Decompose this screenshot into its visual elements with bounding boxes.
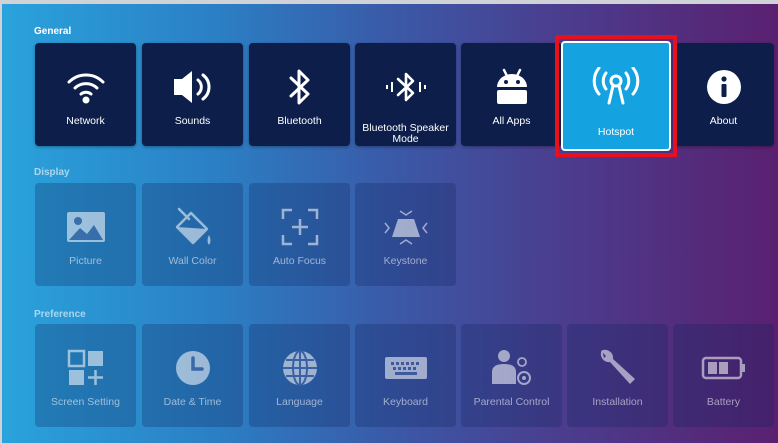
android-icon	[487, 65, 537, 109]
tile-label: Bluetooth	[277, 115, 322, 127]
tile-label: All Apps	[492, 115, 531, 127]
tile-label: Wall Color	[168, 255, 217, 267]
tile-sounds[interactable]: Sounds	[142, 43, 243, 146]
tile-label: Bluetooth Speaker Mode	[362, 122, 449, 145]
wifi-icon	[61, 65, 111, 109]
battery-icon	[699, 346, 749, 390]
speaker-icon	[168, 65, 218, 109]
section-title-preference: Preference	[34, 309, 86, 320]
keystone-icon	[381, 205, 431, 249]
bluetooth-speaker-icon	[381, 65, 431, 109]
tile-wall-color[interactable]: Wall Color	[142, 183, 243, 286]
tile-all-apps[interactable]: All Apps	[461, 43, 562, 146]
tile-label: Auto Focus	[272, 255, 327, 267]
tile-auto-focus[interactable]: Auto Focus	[249, 183, 350, 286]
paint-bucket-icon	[168, 205, 218, 249]
tile-language[interactable]: Language	[249, 324, 350, 427]
tile-label: About	[709, 115, 738, 127]
tile-installation[interactable]: Installation	[567, 324, 668, 427]
tile-label: Parental Control	[473, 396, 550, 408]
tile-label: Sounds	[174, 115, 211, 127]
tile-label: Date & Time	[163, 396, 222, 408]
keyboard-icon	[381, 346, 431, 390]
tile-bluetooth-speaker-mode[interactable]: Bluetooth Speaker Mode	[355, 43, 456, 146]
picture-icon	[61, 205, 111, 249]
globe-icon	[275, 346, 325, 390]
tile-bluetooth[interactable]: Bluetooth	[249, 43, 350, 146]
tile-keystone[interactable]: Keystone	[355, 183, 456, 286]
tile-label: Network	[66, 115, 105, 127]
focus-icon	[275, 205, 325, 249]
tile-label: Keystone	[383, 255, 428, 267]
tile-network[interactable]: Network	[35, 43, 136, 146]
selection-highlight	[555, 35, 677, 157]
clock-icon	[168, 346, 218, 390]
tile-parental-control[interactable]: Parental Control	[461, 324, 562, 427]
tile-date-time[interactable]: Date & Time	[142, 324, 243, 427]
screen-setting-icon	[61, 346, 111, 390]
tile-label: Keyboard	[383, 396, 428, 408]
tile-about[interactable]: About	[673, 43, 774, 146]
info-icon	[699, 65, 749, 109]
section-title-display: Display	[34, 167, 70, 178]
tile-battery[interactable]: Battery	[673, 324, 774, 427]
tile-label: Battery	[706, 396, 741, 408]
tile-label: Language	[276, 396, 323, 408]
tile-label: Installation	[592, 396, 643, 408]
section-title-general: General	[34, 26, 72, 37]
tile-keyboard[interactable]: Keyboard	[355, 324, 456, 427]
tile-picture[interactable]: Picture	[35, 183, 136, 286]
tile-label: Picture	[69, 255, 102, 267]
tile-label: Screen Setting	[51, 396, 120, 408]
tile-screen-setting[interactable]: Screen Setting	[35, 324, 136, 427]
bluetooth-icon	[275, 65, 325, 109]
wrench-icon	[593, 346, 643, 390]
parental-control-icon	[487, 346, 537, 390]
